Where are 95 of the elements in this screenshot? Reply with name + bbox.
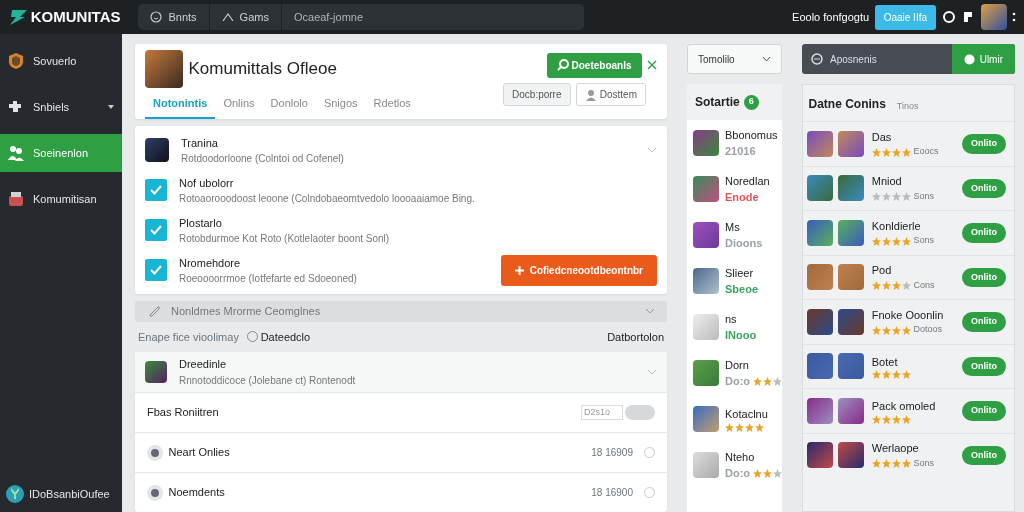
item-title: Tranina xyxy=(181,135,219,151)
item-subtitle: Enode xyxy=(725,190,759,205)
secondary-button[interactable]: Docb:porre xyxy=(503,83,571,107)
header-button[interactable]: Oaaie IIfa xyxy=(874,4,936,30)
item-name: Bbonomus xyxy=(725,127,778,143)
row-value: 18 16900 xyxy=(591,486,633,500)
online-button[interactable]: Onlito xyxy=(962,312,1006,332)
item-subtitle: Dioons xyxy=(725,236,763,251)
rating-text: Sons xyxy=(913,456,934,470)
nav-link[interactable]: Gams xyxy=(209,4,282,30)
online-button[interactable]: Onlito xyxy=(962,356,1006,376)
rating-text: Eoocs xyxy=(913,145,939,159)
primary-button[interactable]: Doeteboanls xyxy=(546,52,642,78)
item-description: Rotobdurmoe Kot Roto (Kotlelaoter boont Sonl) xyxy=(179,232,390,246)
rating-text: Sons xyxy=(913,234,934,248)
item-title: Plostarlo xyxy=(179,215,223,231)
online-button[interactable]: Onlito xyxy=(962,134,1006,154)
item-title: Nof ubolorr xyxy=(179,175,235,191)
list-item[interactable]: Ms Dioons xyxy=(687,212,782,258)
list-item[interactable]: Nteho Do:o xyxy=(687,442,782,488)
tab[interactable]: Donlolo xyxy=(262,90,316,120)
rating-text: Sons xyxy=(913,189,934,203)
item-title: Dreedinle xyxy=(179,357,228,373)
item-name: Konldierle xyxy=(871,218,922,234)
online-button[interactable]: Onlito xyxy=(962,178,1006,198)
tab[interactable]: Onlins xyxy=(215,90,263,120)
sidebar-item[interactable]: Snbiels xyxy=(0,88,122,126)
item-name: Fnoke Ooonlin xyxy=(871,307,944,323)
panel-title: Datne Conins xyxy=(808,96,886,113)
section-title: Nonldmes Mrorme Ceomglnes xyxy=(171,304,321,320)
column-label: Datbortolon xyxy=(607,329,664,345)
item-name: Ms xyxy=(725,219,741,235)
footer-label: IDoBsanbiOufee xyxy=(29,486,110,502)
radio-option[interactable]: Dateedclo xyxy=(246,328,311,345)
row-label: Noemdents xyxy=(168,485,225,501)
item-name: Nteho xyxy=(725,449,756,465)
panel-title: Sotartie xyxy=(695,94,740,111)
search-field[interactable]: Ocaeaf-jomne xyxy=(281,4,585,30)
list-item[interactable]: Noredlan Enode xyxy=(687,166,782,212)
item-title: Nromehdore xyxy=(179,255,242,271)
sidebar-item[interactable]: Komumitisan xyxy=(0,180,122,218)
dropdown-label: Tomolilo xyxy=(698,52,735,67)
list-item[interactable]: Bbonomus 21016 xyxy=(687,120,782,166)
item-description: Rotoaorooodoost leoone (Colndobaeomtvedolo loooaaiamoe Bing. xyxy=(179,192,475,206)
row-label: Neart Onlies xyxy=(168,445,230,461)
item-subtitle: Do:o xyxy=(725,466,751,481)
item-name: Werlaope xyxy=(871,441,920,457)
item-subtitle: Sbeoe xyxy=(725,282,758,297)
rating-text: Dotoos xyxy=(913,323,943,337)
item-name: Pod xyxy=(871,263,893,279)
tab[interactable]: Notonintis xyxy=(145,90,216,120)
page-title: Komumittals Ofleoe xyxy=(188,58,337,81)
item-name: Kotaclnu xyxy=(725,407,768,423)
search-button[interactable]: Ulmir xyxy=(951,44,1015,74)
filter-label: Enape fice vioolimay xyxy=(138,329,239,345)
online-button[interactable]: Onlito xyxy=(962,401,1006,421)
item-description: Roeoooorrmoe (Iotfefarte ed Sdoeoned) xyxy=(179,272,357,286)
item-name: Slieer xyxy=(725,265,755,281)
item-name: Dorn xyxy=(725,357,750,373)
count-badge: 6 xyxy=(743,94,759,110)
item-name: Pack omoled xyxy=(871,399,936,414)
online-button[interactable]: Onlito xyxy=(962,267,1006,287)
item-description: Rotdoodorloone (Colntoi od Cofenel) xyxy=(181,152,344,166)
list-item[interactable]: Kotaclnu xyxy=(687,396,782,442)
logo-text: KOMUNITAS xyxy=(30,6,121,27)
online-button[interactable]: Onlito xyxy=(962,223,1006,243)
item-subtitle: Do:o xyxy=(725,374,751,389)
collapsed-section[interactable]: Nonldmes Mrorme Ceomglnes xyxy=(135,301,667,322)
value-field[interactable]: D2s1o xyxy=(581,404,623,421)
list-item[interactable]: Slieer Sbeoe xyxy=(687,258,782,304)
online-button[interactable]: Onlito xyxy=(962,445,1006,465)
user-button[interactable]: Dosttem xyxy=(576,83,646,107)
panel-subtitle: Tinos xyxy=(896,99,919,113)
sidebar-item[interactable]: Soeinenlon xyxy=(0,134,122,172)
item-subtitle: INooo xyxy=(725,328,757,343)
dropdown[interactable]: Tomolilo xyxy=(687,44,782,74)
rating-text: Cons xyxy=(913,278,935,292)
item-name: ns xyxy=(725,311,738,327)
item-name: Mniod xyxy=(871,174,903,190)
item-name: Botet xyxy=(871,354,899,370)
sidebar-item[interactable]: Sovuerlo xyxy=(0,42,122,80)
row-value: 18 16909 xyxy=(591,446,633,460)
nav-link[interactable]: Bnnts xyxy=(138,4,210,30)
action-button[interactable]: Cofiedcneootdbeontnbr xyxy=(501,254,657,286)
search-bar[interactable]: Aposnenis Ulmir xyxy=(802,44,1015,74)
item-name: Das xyxy=(871,129,893,145)
setting-label: Fbas Roniitren xyxy=(147,405,219,421)
tab[interactable]: Snigos xyxy=(315,90,366,120)
item-description: Rnnotoddicoce (Jolebane ct) Rontenodt xyxy=(179,373,356,388)
item-name: Noredlan xyxy=(725,173,770,189)
list-item[interactable]: Dorn Do:o xyxy=(687,350,782,396)
user-label: Eoolo fonfgogtu xyxy=(792,9,870,25)
item-subtitle: 21016 xyxy=(725,144,756,159)
tab[interactable]: Rdetlos xyxy=(365,90,419,120)
list-item[interactable]: ns INooo xyxy=(687,304,782,350)
